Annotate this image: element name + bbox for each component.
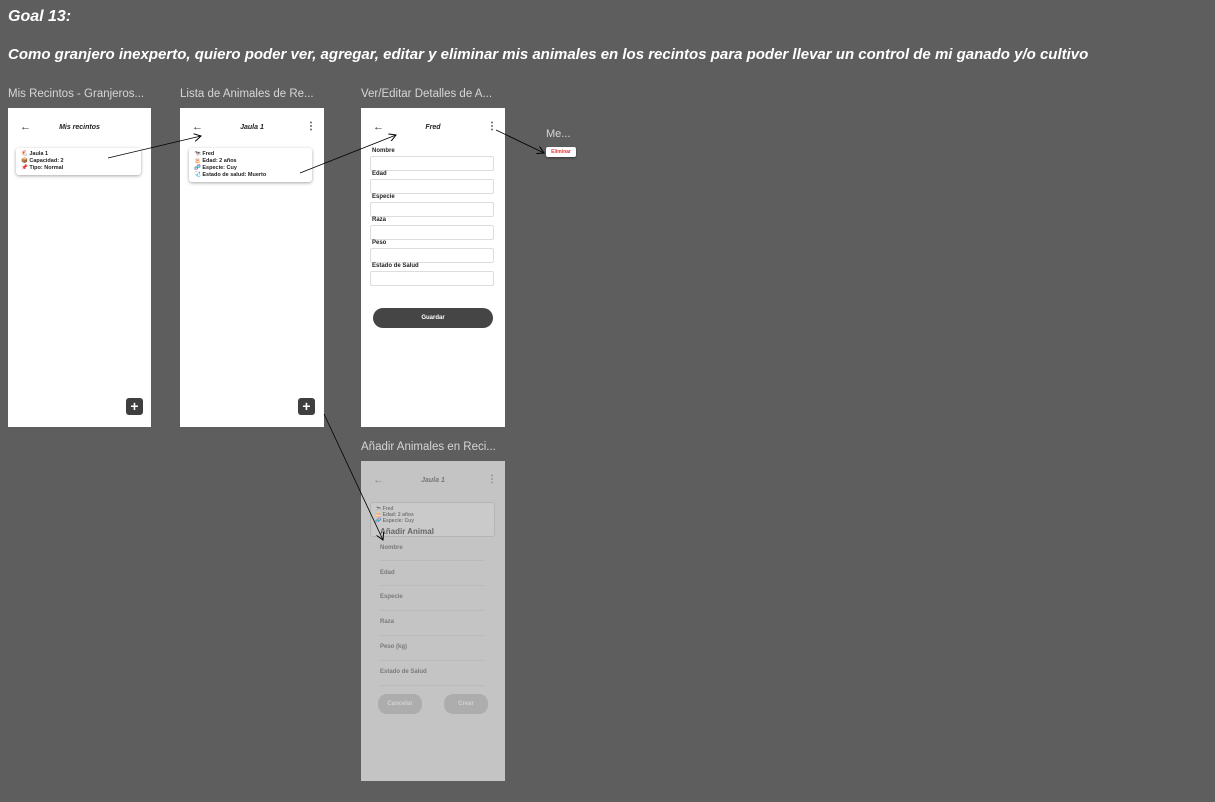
field-label-raza: Raza [380, 619, 395, 625]
field-label-edad: Edad [380, 570, 395, 576]
frame-label-lista[interactable]: Lista de Animales de Re... [180, 88, 314, 100]
dialog-title: Añadir Animal [380, 527, 434, 536]
edad-input[interactable] [380, 585, 484, 586]
field-label-estado: Estado de Salud [380, 669, 427, 675]
app-header: ← Mis recintos [8, 121, 151, 136]
field-label-especie: Especie [372, 194, 395, 200]
card-line: 📦 Capacidad: 2 [21, 158, 64, 164]
card-line: 📌 Tipo: Normal [21, 165, 64, 171]
cancel-button[interactable]: Cancelar [378, 694, 422, 714]
background-card-text: 🐄 Fred 🎂 Edad: 2 años 🧬 Especie: Cuy [375, 506, 414, 524]
frame-label-anadir[interactable]: Añadir Animales en Reci... [361, 441, 496, 453]
frame-label-menu[interactable]: Me... [546, 128, 570, 140]
frame-mis-recintos[interactable]: ← Mis recintos 🐔 Jaula 1 📦 Capacidad: 2 … [8, 108, 151, 427]
card-line: 🐔 Jaula 1 [21, 151, 49, 157]
field-label-peso: Peso [372, 240, 387, 246]
app-header: ← Jaula 1 ⋮ [361, 474, 505, 489]
user-story: Como granjero inexperto, quiero poder ve… [8, 46, 1089, 63]
more-options-icon[interactable]: ⋮ [306, 121, 316, 132]
save-button[interactable]: Guardar [373, 308, 493, 328]
field-label-estado: Estado de Salud [372, 263, 419, 269]
add-animal-button[interactable]: + [298, 398, 315, 415]
peso-input[interactable] [380, 660, 484, 661]
edad-input[interactable] [370, 179, 494, 194]
app-header: ← Fred ⋮ [361, 121, 505, 136]
animal-card[interactable]: 🐄 Fred 🎂 Edad: 2 años 🧬 Especie: Cuy 🩺 E… [189, 148, 312, 182]
field-label-nombre: Nombre [372, 148, 395, 154]
field-label-especie: Especie [380, 594, 403, 600]
goal-title: Goal 13: [8, 8, 72, 25]
field-label-nombre: Nombre [380, 545, 403, 551]
frame-anadir-animal[interactable]: ← Jaula 1 ⋮ 🐄 Fred 🎂 Edad: 2 años 🧬 Espe… [361, 461, 505, 781]
especie-input[interactable] [370, 202, 494, 217]
peso-input[interactable] [370, 248, 494, 263]
frame-detalle-animal[interactable]: ← Fred ⋮ Nombre Edad Especie Raza Peso E… [361, 108, 505, 427]
field-label-edad: Edad [372, 171, 387, 177]
delete-menu-item[interactable]: Eliminar [546, 147, 576, 157]
especie-input[interactable] [380, 610, 484, 611]
card-line: 🧬 Especie: Cuy [194, 165, 237, 171]
card-line: 🩺 Estado de salud: Muerto [194, 172, 267, 178]
field-label-raza: Raza [372, 217, 387, 223]
add-button[interactable]: + [126, 398, 143, 415]
card-line: 🧬 Especie: Cuy [375, 518, 415, 524]
more-options-icon[interactable]: ⋮ [487, 474, 497, 485]
screen-title: Jaula 1 [421, 477, 445, 484]
screen-title: Mis recintos [59, 124, 100, 131]
nombre-input[interactable] [370, 156, 494, 171]
card-line: 🐄 Fred [194, 151, 215, 157]
nombre-input[interactable] [380, 560, 484, 561]
recinto-card[interactable]: 🐔 Jaula 1 📦 Capacidad: 2 📌 Tipo: Normal [16, 148, 141, 175]
field-label-peso: Peso (kg) [380, 644, 408, 650]
frame-lista-animales[interactable]: ← Jaula 1 ⋮ 🐄 Fred 🎂 Edad: 2 años 🧬 Espe… [180, 108, 324, 427]
card-line: 🎂 Edad: 2 años [194, 158, 237, 164]
screen-title: Jaula 1 [240, 124, 264, 131]
estado-input[interactable] [370, 271, 494, 286]
estado-input[interactable] [380, 685, 484, 686]
raza-input[interactable] [370, 225, 494, 240]
app-header: ← Jaula 1 ⋮ [180, 121, 324, 136]
create-button[interactable]: Crear [444, 694, 488, 714]
screen-title: Fred [425, 124, 441, 131]
frame-label-recintos[interactable]: Mis Recintos - Granjeros... [8, 88, 144, 100]
frame-label-detalle[interactable]: Ver/Editar Detalles de A... [361, 88, 492, 100]
more-options-icon[interactable]: ⋮ [487, 121, 497, 132]
raza-input[interactable] [380, 635, 484, 636]
